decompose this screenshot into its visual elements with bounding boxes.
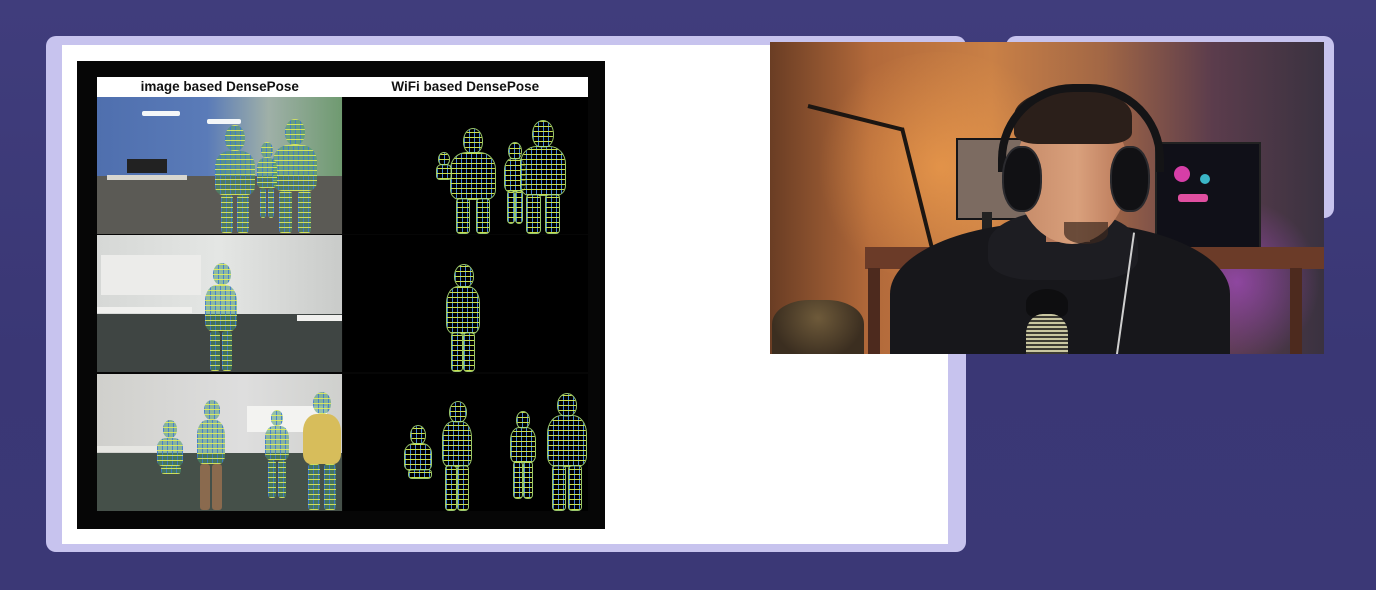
person-mesh [197, 400, 225, 510]
rgb-light [1178, 194, 1208, 202]
person-mesh [257, 142, 277, 218]
column-label-wifi: WiFi based DensePose [391, 79, 540, 94]
wifi-mesh-person [405, 426, 435, 486]
wifi-row-3 [343, 374, 588, 511]
wifi-mesh-person [548, 394, 586, 510]
wifi-mesh-person [447, 265, 479, 371]
wifi-row-2 [343, 235, 588, 372]
wifi-mesh-person [521, 121, 565, 233]
wifi-row-1 [343, 97, 588, 234]
wifi-mesh-person [511, 412, 535, 498]
headphones-earcup [1110, 146, 1150, 212]
rgb-light [1174, 166, 1190, 182]
photo-row-2 [97, 235, 342, 372]
headphones-earcup [1002, 146, 1042, 212]
desk-leg [1290, 268, 1302, 354]
stream-layout: image based DensePose WiFi based DensePo… [0, 0, 1376, 590]
person-mesh [303, 392, 341, 510]
plant [772, 300, 864, 354]
person-mesh [205, 263, 237, 371]
figure-header: image based DensePose WiFi based DensePo… [97, 77, 588, 97]
webcam-feed [770, 42, 1324, 354]
photo-row-1 [97, 97, 342, 234]
beard [1064, 222, 1108, 244]
column-label-image: image based DensePose [140, 79, 299, 94]
person-mesh [273, 119, 317, 233]
person-mesh [215, 125, 255, 233]
photo-row-3 [97, 374, 342, 511]
person-mesh [265, 410, 289, 498]
person-mesh [157, 420, 187, 486]
wifi-mesh-person [451, 129, 495, 233]
microphone [1026, 314, 1068, 354]
desk-leg [868, 268, 880, 354]
wifi-mesh-person [443, 402, 471, 510]
gaming-pc [1155, 142, 1261, 254]
wifi-mesh-person [437, 153, 451, 179]
microphone-mount [1026, 289, 1068, 317]
rgb-light [1200, 174, 1210, 184]
